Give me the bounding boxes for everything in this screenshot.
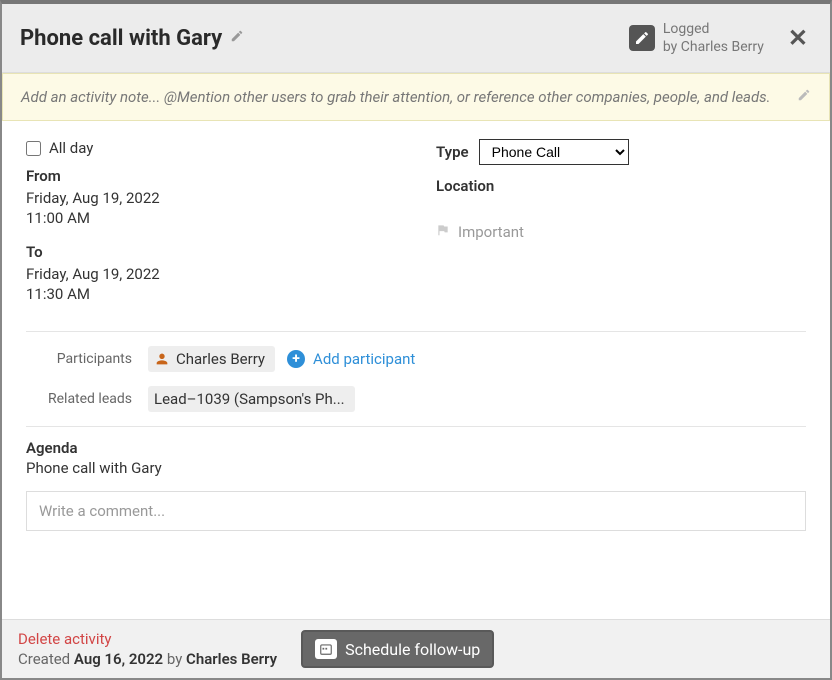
plus-icon: +: [287, 350, 305, 368]
related-leads-row: Related leads Lead–1039 (Sampson's Ph...: [26, 386, 806, 412]
flag-icon: [436, 223, 450, 241]
activity-title: Phone call with Gary: [20, 26, 222, 51]
logged-by: by Charles Berry: [663, 38, 764, 56]
to-label: To: [26, 243, 396, 261]
note-placeholder: Add an activity note... @Mention other u…: [21, 88, 771, 106]
note-edit-icon[interactable]: [797, 88, 811, 106]
comment-input[interactable]: [26, 491, 806, 531]
important-label: Important: [458, 223, 524, 241]
activity-footer: Delete activity Created Aug 16, 2022 by …: [2, 619, 830, 678]
agenda-label: Agenda: [26, 439, 806, 457]
allday-label: All day: [49, 139, 93, 157]
edit-title-icon[interactable]: [230, 29, 244, 47]
participants-row: Participants Charles Berry + Add partici…: [26, 346, 806, 372]
to-time[interactable]: 11:30 AM: [26, 285, 396, 303]
type-label: Type: [436, 143, 469, 161]
logged-badge: Logged by Charles Berry: [629, 20, 764, 56]
to-date[interactable]: Friday, Aug 19, 2022: [26, 265, 396, 283]
participants-label: Participants: [26, 351, 136, 367]
related-leads-label: Related leads: [26, 391, 136, 407]
calendar-icon: [315, 639, 337, 659]
divider: [26, 331, 806, 332]
activity-note-banner[interactable]: Add an activity note... @Mention other u…: [2, 73, 830, 121]
delete-activity-link[interactable]: Delete activity: [18, 630, 277, 648]
logged-label: Logged: [663, 20, 764, 38]
to-group: To Friday, Aug 19, 2022 11:30 AM: [26, 243, 396, 303]
add-participant-button[interactable]: + Add participant: [287, 350, 415, 368]
activity-content: All day From Friday, Aug 19, 2022 11:00 …: [2, 121, 830, 541]
from-label: From: [26, 167, 396, 185]
participant-chip[interactable]: Charles Berry: [148, 346, 275, 372]
type-select[interactable]: Phone Call: [479, 139, 629, 165]
location-label: Location: [436, 177, 806, 195]
divider: [26, 426, 806, 427]
allday-checkbox[interactable]: [26, 141, 41, 156]
close-icon[interactable]: ✕: [784, 24, 812, 52]
agenda-text: Phone call with Gary: [26, 459, 806, 477]
agenda-section: Agenda Phone call with Gary: [26, 439, 806, 531]
from-date[interactable]: Friday, Aug 19, 2022: [26, 189, 396, 207]
from-time[interactable]: 11:00 AM: [26, 209, 396, 227]
schedule-followup-button[interactable]: Schedule follow-up: [301, 630, 494, 668]
person-icon: [154, 351, 170, 367]
from-group: From Friday, Aug 19, 2022 11:00 AM: [26, 167, 396, 227]
lead-chip[interactable]: Lead–1039 (Sampson's Ph...: [148, 386, 355, 412]
important-toggle[interactable]: Important: [436, 223, 806, 241]
created-text: Created Aug 16, 2022 by Charles Berry: [18, 650, 277, 668]
logged-icon: [629, 25, 655, 51]
activity-header: Phone call with Gary Logged by Charles B…: [2, 4, 830, 73]
